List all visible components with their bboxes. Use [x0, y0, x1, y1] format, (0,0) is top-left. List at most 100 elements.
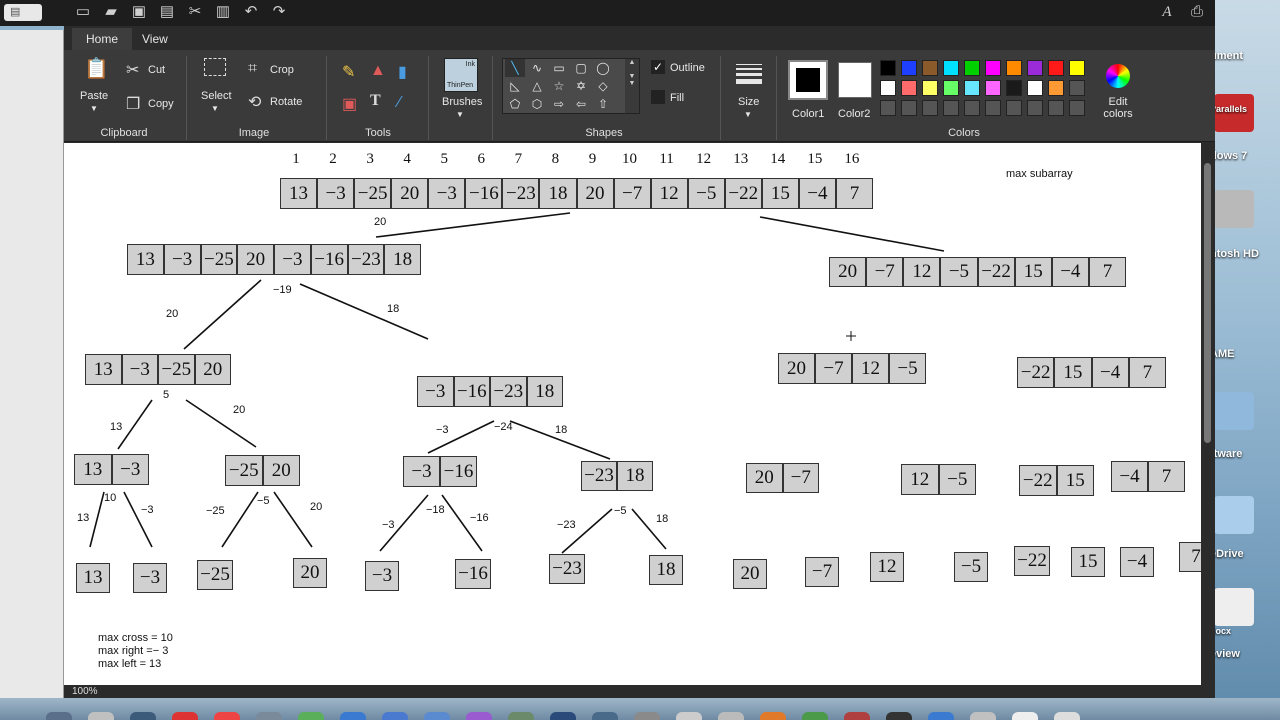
rounded-rectangle-shape-icon[interactable]: ▢ [571, 59, 591, 77]
dock-app-icon[interactable] [970, 712, 996, 720]
hexagon-shape-icon[interactable]: ⬡ [527, 95, 547, 113]
dock-app-icon[interactable] [424, 712, 450, 720]
dock-app-icon[interactable] [46, 712, 72, 720]
dock-app-icon[interactable] [592, 712, 618, 720]
folder-icon[interactable] [1214, 392, 1254, 430]
dock-app-icon[interactable] [1054, 712, 1080, 720]
pentagon-shape-icon[interactable]: ⬠ [505, 95, 525, 113]
custom-color-slot[interactable] [1006, 100, 1022, 116]
outline-button[interactable]: Outline [670, 62, 705, 74]
dock-app-icon[interactable] [928, 712, 954, 720]
dock-app-icon[interactable] [214, 712, 240, 720]
dock-app-icon[interactable] [466, 712, 492, 720]
dock-app-icon[interactable] [172, 712, 198, 720]
brushes-thumbnail[interactable]: Ink ThinPen [444, 58, 478, 92]
custom-color-slot[interactable] [1069, 100, 1085, 116]
custom-color-slot[interactable] [943, 100, 959, 116]
printer-icon[interactable]: ⎙ [1186, 2, 1208, 22]
copy-button[interactable]: Copy [148, 98, 174, 110]
custom-color-slot[interactable] [964, 100, 980, 116]
color-swatch[interactable] [964, 60, 980, 76]
custom-color-slot[interactable] [880, 100, 896, 116]
dock-app-icon[interactable] [886, 712, 912, 720]
font-icon[interactable]: A [1156, 2, 1178, 22]
tab-view[interactable]: View [128, 28, 182, 50]
star-shape-icon[interactable]: ☆ [549, 77, 569, 95]
dock-app-icon[interactable] [634, 712, 660, 720]
fill-checkbox[interactable] [651, 90, 665, 104]
color-swatch[interactable] [943, 80, 959, 96]
magnifier-icon[interactable]: ⁄ [398, 94, 401, 112]
color-swatch[interactable] [1027, 60, 1043, 76]
color-swatch[interactable] [985, 80, 1001, 96]
color1-swatch[interactable] [788, 60, 828, 100]
dock-app-icon[interactable] [298, 712, 324, 720]
scroll-thumb[interactable] [1204, 163, 1211, 443]
dock-app-icon[interactable] [130, 712, 156, 720]
color-swatch[interactable] [880, 80, 896, 96]
fill-bucket-icon[interactable]: ▲ [370, 62, 386, 80]
fill-button[interactable]: Fill [670, 92, 684, 104]
sidebar-toggle-button[interactable]: ▤ [4, 4, 42, 21]
dock-app-icon[interactable] [88, 712, 114, 720]
edit-colors-button[interactable]: Edit colors [1098, 96, 1138, 120]
checkbox-icon[interactable]: ✓ [651, 60, 665, 74]
color-swatch[interactable] [922, 80, 938, 96]
crop-icon[interactable]: ⌗ [248, 60, 257, 78]
arrow-left-shape-icon[interactable]: ⇦ [571, 95, 591, 113]
rectangle-shape-icon[interactable]: ▭ [549, 59, 569, 77]
color-swatch[interactable] [880, 60, 896, 76]
triangle-shape-icon[interactable]: △ [527, 77, 547, 95]
new-icon[interactable]: ▭ [72, 2, 94, 22]
arrow-right-shape-icon[interactable]: ⇨ [549, 95, 569, 113]
custom-color-slot[interactable] [1027, 100, 1043, 116]
dock-app-icon[interactable] [550, 712, 576, 720]
color-swatch[interactable] [964, 80, 980, 96]
vertical-scrollbar[interactable] [1201, 143, 1215, 685]
custom-color-slot[interactable] [1048, 100, 1064, 116]
cloud-icon[interactable] [1214, 496, 1254, 534]
dock-app-icon[interactable] [676, 712, 702, 720]
color2-swatch[interactable] [838, 62, 872, 98]
save-icon[interactable]: ▣ [128, 2, 150, 22]
tab-home[interactable]: Home [72, 28, 133, 50]
right-triangle-shape-icon[interactable]: ◺ [505, 77, 525, 95]
dock-app-icon[interactable] [1012, 712, 1038, 720]
dock-app-icon[interactable] [340, 712, 366, 720]
color-swatch[interactable] [985, 60, 1001, 76]
select-button[interactable]: Select [201, 90, 232, 102]
chevron-down-icon[interactable]: ▼ [456, 110, 464, 119]
paste-icon[interactable]: ▥ [212, 2, 234, 22]
ellipse-shape-icon[interactable]: ◯ [593, 59, 613, 77]
custom-color-slot[interactable] [985, 100, 1001, 116]
print-icon[interactable]: ▤ [156, 2, 178, 22]
color-swatch[interactable] [901, 80, 917, 96]
eraser-icon[interactable]: ▮ [398, 62, 407, 82]
chevron-down-icon[interactable]: ▼ [744, 110, 752, 119]
color-swatch[interactable] [1027, 80, 1043, 96]
pencil-icon[interactable]: ✎ [342, 62, 355, 82]
dock-app-icon[interactable] [802, 712, 828, 720]
dock-app-icon[interactable] [718, 712, 744, 720]
brushes-button[interactable]: Brushes [442, 96, 482, 108]
color-wheel-icon[interactable] [1106, 64, 1130, 88]
document-icon[interactable] [1214, 588, 1254, 626]
color-swatch[interactable] [1069, 80, 1085, 96]
chevron-down-icon[interactable]: ▼ [90, 104, 98, 113]
custom-color-slot[interactable] [922, 100, 938, 116]
custom-color-slot[interactable] [901, 100, 917, 116]
color-swatch[interactable] [1048, 60, 1064, 76]
cut-button[interactable]: Cut [148, 64, 165, 76]
paste-button[interactable]: Paste [80, 90, 108, 102]
star-six-shape-icon[interactable]: ✡ [571, 77, 591, 95]
curve-shape-icon[interactable]: ∿ [527, 59, 547, 77]
color-swatch[interactable] [1006, 80, 1022, 96]
hard-drive-icon[interactable] [1214, 190, 1254, 228]
size-button[interactable]: Size [738, 96, 759, 108]
cut-icon[interactable]: ✂ [184, 2, 206, 22]
diamond-shape-icon[interactable]: ◇ [593, 77, 613, 95]
dock-app-icon[interactable] [508, 712, 534, 720]
color-swatch[interactable] [1069, 60, 1085, 76]
color-swatch[interactable] [1048, 80, 1064, 96]
dock-app-icon[interactable] [256, 712, 282, 720]
